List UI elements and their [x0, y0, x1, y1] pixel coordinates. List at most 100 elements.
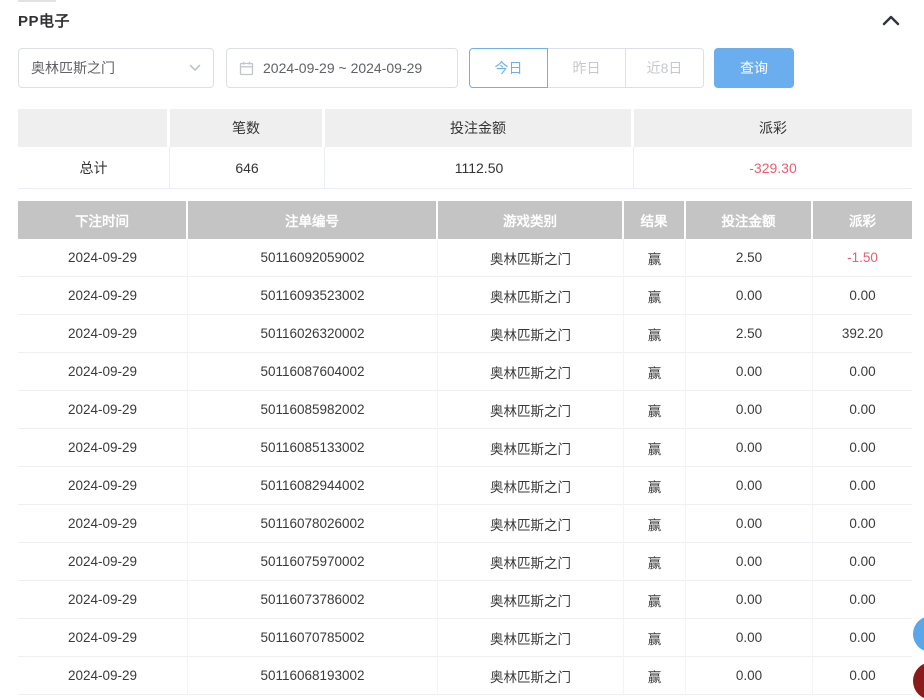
collapse-button[interactable]: [880, 13, 902, 28]
cell-result: 赢: [624, 391, 686, 429]
table-row: 2024-09-29 50116085982002 奥林匹斯之门赢 0.00 0.00: [18, 391, 912, 429]
cell-game-category: 奥林匹斯之门: [438, 657, 624, 695]
cell-payout: 0.00: [813, 277, 912, 315]
chevron-up-icon: [882, 15, 900, 26]
cell-bet-number: 50116085982002: [188, 391, 438, 429]
date-range-input[interactable]: 2024-09-29 ~ 2024-09-29: [226, 48, 458, 88]
cell-bet-amount: 0.00: [686, 657, 813, 695]
cell-bet-time: 2024-09-29: [18, 391, 188, 429]
cell-payout: 0.00: [813, 429, 912, 467]
bet-table-body: 2024-09-29 50116092059002 奥林匹斯之门赢 2.50 -1.50…: [18, 239, 912, 695]
cell-game-category: 奥林匹斯之门: [438, 581, 624, 619]
cell-payout: 0.00: [813, 353, 912, 391]
cell-payout: 0.00: [813, 391, 912, 429]
panel-header: PP电子: [0, 0, 924, 31]
cell-bet-time: 2024-09-29: [18, 619, 188, 657]
cell-bet-time: 2024-09-29: [18, 505, 188, 543]
cell-result: 赢: [624, 505, 686, 543]
cell-bet-time: 2024-09-29: [18, 429, 188, 467]
quick-button-yesterday[interactable]: 昨日: [547, 48, 626, 88]
table-row: 2024-09-29 50116082944002 奥林匹斯之门赢 0.00 0.00: [18, 467, 912, 505]
cell-bet-amount: 0.00: [686, 581, 813, 619]
cell-bet-number: 50116085133002: [188, 429, 438, 467]
page-title: PP电子: [18, 13, 71, 30]
summary-header-count: 笔数: [170, 109, 325, 147]
header-game-category: 游戏类别: [438, 201, 624, 239]
summary-header-blank: [18, 109, 170, 147]
quick-button-last8days[interactable]: 近8日: [625, 48, 704, 88]
header-payout: 派彩: [813, 201, 912, 239]
game-select-value: 奥林匹斯之门: [31, 60, 115, 76]
table-row: 2024-09-29 50116026320002 奥林匹斯之门赢 2.50 392.2…: [18, 315, 912, 353]
cell-game-category: 奥林匹斯之门: [438, 315, 624, 353]
date-range-value: 2024-09-29 ~ 2024-09-29: [263, 60, 423, 76]
chevron-down-icon: [189, 64, 201, 72]
cell-bet-time: 2024-09-29: [18, 467, 188, 505]
cell-game-category: 奥林匹斯之门: [438, 239, 624, 277]
cell-payout: -1.50: [813, 239, 912, 277]
cell-result: 赢: [624, 467, 686, 505]
cell-result: 赢: [624, 315, 686, 353]
floating-widget-blue[interactable]: [913, 616, 924, 652]
cell-result: 赢: [624, 657, 686, 695]
summary-total-label: 总计: [18, 147, 170, 189]
summary-header-bet-amount: 投注金额: [325, 109, 634, 147]
bet-records-table: 下注时间 注单编号 游戏类别 结果 投注金额 派彩 2024-09-29 5011…: [18, 201, 912, 695]
cell-bet-number: 50116093523002: [188, 277, 438, 315]
search-button[interactable]: 查询: [714, 48, 794, 88]
table-row: 2024-09-29 50116070785002 奥林匹斯之门赢 0.00 0.00: [18, 619, 912, 657]
quick-button-today[interactable]: 今日: [469, 48, 548, 88]
cell-payout: 0.00: [813, 657, 912, 695]
summary-total-bet-amount: 1112.50: [325, 147, 634, 189]
cell-result: 赢: [624, 239, 686, 277]
header-result: 结果: [624, 201, 686, 239]
cell-result: 赢: [624, 543, 686, 581]
cell-bet-number: 50116068193002: [188, 657, 438, 695]
cell-bet-time: 2024-09-29: [18, 543, 188, 581]
summary-header-payout: 派彩: [634, 109, 912, 147]
clipped-tab-edge: [18, 0, 56, 2]
game-select[interactable]: 奥林匹斯之门: [18, 48, 214, 88]
cell-bet-amount: 0.00: [686, 543, 813, 581]
bet-table-header-row: 下注时间 注单编号 游戏类别 结果 投注金额 派彩: [18, 201, 912, 239]
cell-result: 赢: [624, 619, 686, 657]
summary-total-row: 总计 646 1112.50 -329.30: [18, 147, 912, 189]
calendar-icon: [239, 61, 254, 76]
cell-bet-amount: 0.00: [686, 353, 813, 391]
cell-payout: 0.00: [813, 543, 912, 581]
cell-bet-number: 50116087604002: [188, 353, 438, 391]
cell-bet-time: 2024-09-29: [18, 277, 188, 315]
cell-bet-amount: 2.50: [686, 315, 813, 353]
header-bet-number: 注单编号: [188, 201, 438, 239]
cell-bet-number: 50116075970002: [188, 543, 438, 581]
cell-bet-number: 50116073786002: [188, 581, 438, 619]
cell-bet-time: 2024-09-29: [18, 581, 188, 619]
header-bet-time: 下注时间: [18, 201, 188, 239]
summary-header-row: 笔数 投注金额 派彩: [18, 109, 912, 147]
table-row: 2024-09-29 50116085133002 奥林匹斯之门赢 0.00 0.00: [18, 429, 912, 467]
cell-result: 赢: [624, 429, 686, 467]
cell-bet-number: 50116082944002: [188, 467, 438, 505]
cell-game-category: 奥林匹斯之门: [438, 277, 624, 315]
cell-bet-time: 2024-09-29: [18, 353, 188, 391]
cell-game-category: 奥林匹斯之门: [438, 505, 624, 543]
cell-bet-number: 50116092059002: [188, 239, 438, 277]
summary-table: 笔数 投注金额 派彩 总计 646 1112.50 -329.30: [18, 109, 912, 189]
summary-total-count: 646: [170, 147, 325, 189]
table-row: 2024-09-29 50116073786002 奥林匹斯之门赢 0.00 0.00: [18, 581, 912, 619]
cell-bet-amount: 2.50: [686, 239, 813, 277]
cell-bet-amount: 0.00: [686, 619, 813, 657]
cell-game-category: 奥林匹斯之门: [438, 429, 624, 467]
cell-bet-time: 2024-09-29: [18, 315, 188, 353]
table-row: 2024-09-29 50116078026002 奥林匹斯之门赢 0.00 0.00: [18, 505, 912, 543]
floating-widget-red[interactable]: [913, 662, 924, 700]
cell-result: 赢: [624, 353, 686, 391]
cell-game-category: 奥林匹斯之门: [438, 391, 624, 429]
cell-result: 赢: [624, 277, 686, 315]
summary-total-payout: -329.30: [634, 147, 912, 189]
cell-bet-number: 50116070785002: [188, 619, 438, 657]
bet-records-panel: { "page": { "title": "PP电子" }, "icons": …: [0, 0, 924, 700]
cell-bet-number: 50116026320002: [188, 315, 438, 353]
cell-bet-amount: 0.00: [686, 277, 813, 315]
cell-payout: 0.00: [813, 581, 912, 619]
